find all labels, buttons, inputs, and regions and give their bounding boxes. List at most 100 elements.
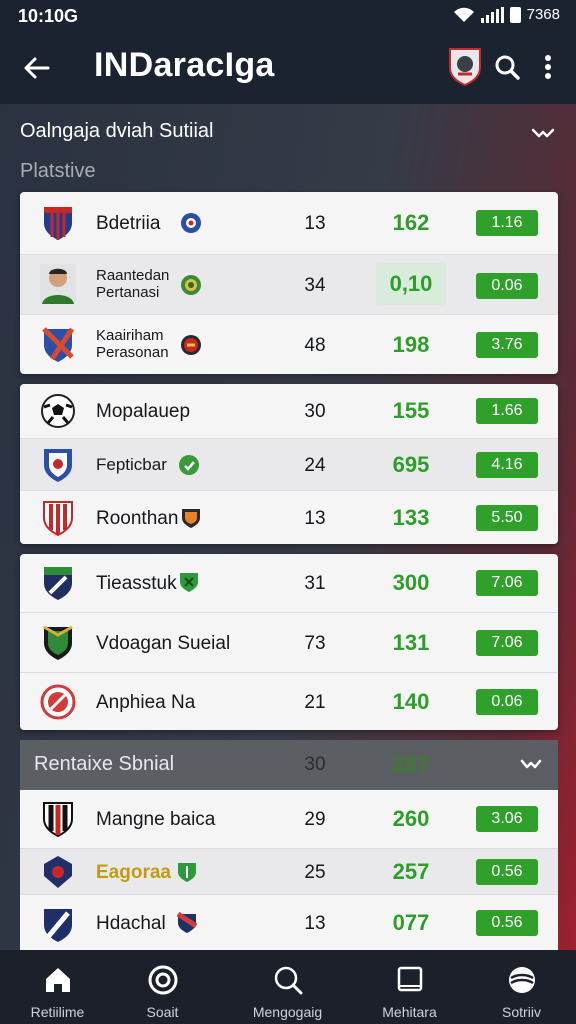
app-bar: INDaracIga [0,32,576,104]
table-row[interactable]: Mopalauep 30 155 1.66 [20,384,558,438]
table-row[interactable]: Raantedan Pertanasi 34 0,10 0.06 [20,254,558,314]
search-icon [495,55,520,80]
search-icon [272,964,304,996]
nav-item-search[interactable]: Mengogaig [230,950,345,1024]
table-row[interactable]: Tieasstuk 31 300 7.06 [20,554,558,612]
signal-icon [480,6,504,23]
points-value: 695 [392,452,430,477]
nav-item-soait[interactable]: Soait [105,950,220,1024]
more-options-button[interactable] [532,48,564,86]
team-name: Raantedan [96,267,170,284]
team-name: Anphiea Na [96,692,196,713]
points-value: 300 [392,570,430,595]
section2-points: 287 [392,752,430,777]
table-row[interactable]: Anphiea Na 21 140 0.06 [20,672,558,730]
section2-played: 30 [304,754,326,775]
red-blue-shield-icon [42,327,75,362]
navy-red-round-crest-icon [44,856,72,888]
value-chip[interactable]: 3.06 [476,806,538,832]
value-chip[interactable]: 0.56 [476,859,538,885]
value-chip[interactable]: 7.06 [476,630,538,656]
wifi-icon [453,7,474,22]
value-chip[interactable]: 1.16 [476,210,538,236]
value-chip[interactable]: 5.50 [476,505,538,531]
collapse-button[interactable] [528,120,558,146]
app-title: INDaracIga [94,46,275,84]
green-round-crest-icon [179,455,199,475]
table-row[interactable]: Bdetriia 13 162 1.16 [20,192,558,254]
section-header: Oalngaja dviah Sutiial [0,112,576,152]
home-icon [42,964,74,996]
collapse-icon [531,128,555,138]
played-value: 13 [304,913,326,934]
team-name: Bdetriia [96,213,161,234]
points-value: 162 [392,210,430,235]
soccer-ball-icon [41,394,75,428]
played-value: 73 [304,633,326,654]
tablet-icon [394,964,426,996]
status-time: 10:10G [18,6,79,26]
collapse-button[interactable] [516,752,546,778]
value-chip[interactable]: 7.06 [476,570,538,596]
ball-icon [506,964,538,996]
points-value: 133 [392,505,430,530]
played-value: 31 [304,573,326,594]
arrow-left-icon [24,57,50,79]
played-value: 34 [304,275,326,296]
collapse-icon [520,759,542,769]
table-row[interactable]: Mangne baica 29 260 3.06 [20,790,558,848]
status-bar: 10:10G 7368 [0,0,576,32]
nav-item-home[interactable]: Retiilime [0,950,115,1024]
played-value: 25 [304,862,326,883]
points-value: 077 [392,910,430,935]
search-button[interactable] [488,48,526,86]
team-name: Vdoagan Sueial [96,633,231,654]
table-row[interactable]: Hdachal 13 077 0.56 [20,894,558,950]
section2-header[interactable]: Rentaixe Sbnial 30 287 [20,740,558,790]
team-name: Mopalauep [96,401,191,422]
value-chip[interactable]: 1.66 [476,398,538,424]
table-row[interactable]: Eagoraa 25 257 0.56 [20,848,558,894]
navy-white-shield-icon [44,909,72,942]
standings-card: Mopalauep 30 155 1.66 Fepticbar 24 695 4… [20,384,558,544]
target-icon [147,964,179,996]
red-striped-shield-icon [43,501,73,536]
team-name: Tieasstuk [96,573,177,594]
subsection-label: Platstive [20,160,96,182]
value-chip[interactable]: 3.76 [476,332,538,358]
red-navy-shield-icon [176,912,198,933]
club-crest-icon[interactable] [448,46,482,86]
green-shield-icon [180,573,198,592]
points-value: 140 [392,689,430,714]
blue-white-shield-icon [44,449,72,482]
value-chip[interactable]: 0.56 [476,910,538,936]
green-navy-shield-icon [44,567,72,600]
team-name: Mangne baica [96,809,216,830]
team-name-line2: Perasonan [96,344,169,361]
table-row[interactable]: Roonthan 13 133 5.50 [20,490,558,544]
blue-red-striped-shield-icon [44,207,72,240]
nav-label: Mehitara [382,1004,437,1020]
battery-icon [509,6,521,23]
nav-label: Retiilime [30,1004,85,1020]
green-shield-icon [178,863,196,882]
nav-label: Soait [146,1004,179,1020]
standings-card: Bdetriia 13 162 1.16 Raantedan Pertanasi… [20,192,558,374]
table-row[interactable]: Fepticbar 24 695 4.16 [20,438,558,490]
value-chip[interactable]: 4.16 [476,452,538,478]
team-name-line2: Pertanasi [96,284,160,301]
red-circle-crest-icon [40,684,76,720]
table-row[interactable]: Vdoagan Sueial 73 131 7.06 [20,612,558,672]
nav-item-sotriiv[interactable]: Sotriiv [464,950,576,1024]
table-row[interactable]: Kaairiham Perasonan 48 198 3.76 [20,314,558,374]
points-value: 155 [392,398,430,423]
battery-text: 7368 [526,6,560,23]
value-chip[interactable]: 0.06 [476,689,538,715]
back-button[interactable] [16,48,56,88]
value-chip[interactable]: 0.06 [476,273,538,299]
nav-item-mehitara[interactable]: Mehitara [352,950,467,1024]
team-name: Hdachal [96,913,166,934]
points-value: 257 [392,859,430,884]
status-icons: 7368 [453,6,560,23]
blue-round-crest-icon [181,213,201,233]
